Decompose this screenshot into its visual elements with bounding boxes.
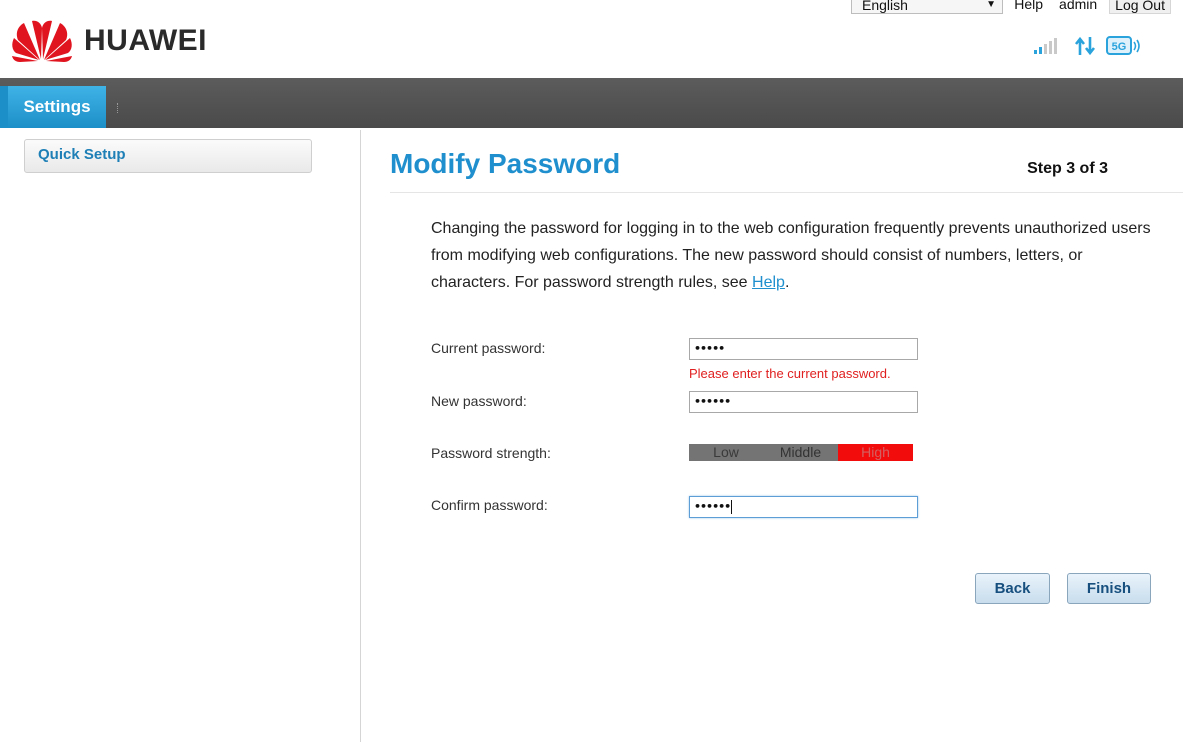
- strength-middle: Middle: [763, 444, 838, 461]
- logout-link[interactable]: Log Out: [1109, 0, 1171, 14]
- language-select[interactable]: English ▼: [851, 0, 1003, 14]
- password-strength-label: Password strength:: [431, 445, 551, 461]
- sidebar-divider: [360, 130, 361, 742]
- strength-low: Low: [689, 444, 763, 461]
- huawei-flower-icon: [12, 20, 72, 62]
- tab-settings[interactable]: Settings: [8, 86, 106, 128]
- confirm-password-field[interactable]: ••••••: [689, 496, 918, 518]
- current-password-field[interactable]: •••••: [689, 338, 918, 360]
- new-password-field[interactable]: ••••••: [689, 391, 918, 413]
- description-text: Changing the password for logging in to …: [431, 220, 1151, 291]
- help-link[interactable]: Help: [1010, 0, 1047, 14]
- current-password-error: Please enter the current password.: [689, 366, 891, 381]
- password-strength-meter: Low Middle High: [689, 444, 913, 461]
- confirm-password-value: ••••••: [694, 500, 731, 513]
- 5g-network-icon: 5G: [1106, 36, 1140, 55]
- current-password-value: •••••: [694, 342, 725, 355]
- chevron-down-icon: ▼: [986, 0, 996, 10]
- huawei-logo: HUAWEI: [10, 20, 207, 62]
- brand-name: HUAWEI: [84, 24, 207, 57]
- text-caret: [731, 500, 733, 514]
- new-password-label: New password:: [431, 393, 527, 409]
- header: HUAWEI English ▼ Help admin Log Out 5G: [0, 0, 1183, 78]
- description-period: .: [784, 274, 790, 291]
- signal-strength-icon: [1034, 38, 1057, 54]
- top-links: Help admin Log Out: [1010, 0, 1171, 14]
- current-password-label: Current password:: [431, 340, 546, 356]
- step-indicator: Step 3 of 3: [1027, 160, 1108, 177]
- confirm-password-label: Confirm password:: [431, 497, 548, 513]
- user-link[interactable]: admin: [1055, 0, 1101, 14]
- main-navbar: Settings: [0, 78, 1183, 128]
- help-rules-link[interactable]: Help: [752, 274, 785, 291]
- status-icons: 5G: [1034, 36, 1142, 56]
- title-divider: [390, 192, 1183, 193]
- nav-tab-edge: [0, 86, 8, 128]
- finish-button[interactable]: Finish: [1067, 573, 1151, 604]
- sidebar-item-quick-setup[interactable]: Quick Setup: [24, 139, 312, 173]
- data-transfer-icon: [1074, 36, 1096, 56]
- page-title: Modify Password: [390, 148, 621, 179]
- language-value: English: [862, 0, 908, 13]
- description: Changing the password for logging in to …: [431, 215, 1151, 296]
- strength-high: High: [838, 444, 913, 461]
- back-button[interactable]: Back: [975, 573, 1050, 604]
- network-badge-text: 5G: [1112, 41, 1127, 53]
- nav-divider: [117, 103, 119, 113]
- new-password-value: ••••••: [694, 395, 731, 408]
